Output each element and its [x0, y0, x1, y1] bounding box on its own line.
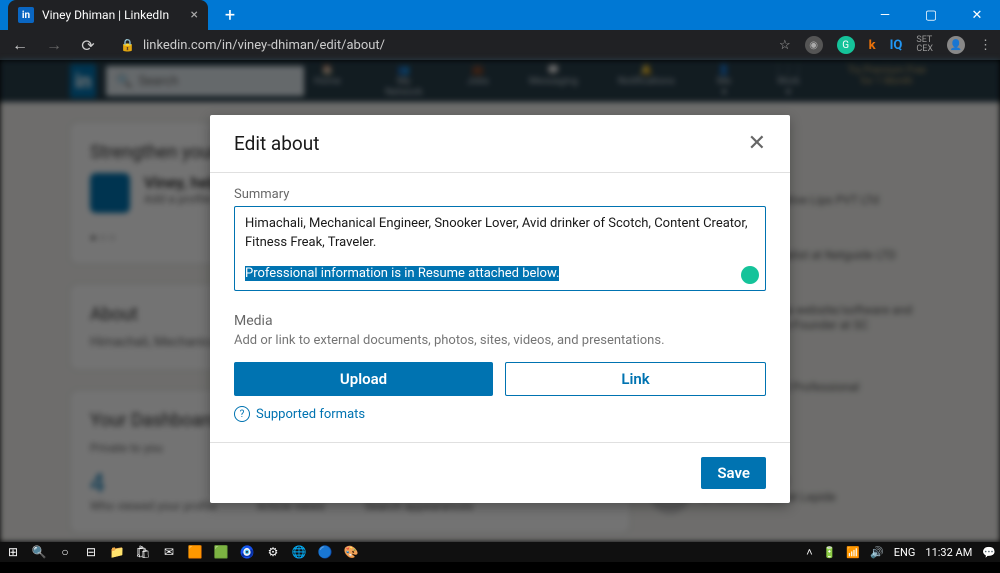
close-window-button[interactable]: ✕	[954, 0, 1000, 30]
upload-button[interactable]: Upload	[234, 362, 493, 396]
tray-up-icon[interactable]: ˄	[806, 546, 812, 559]
camera-icon[interactable]: ◉	[805, 36, 823, 54]
maximize-button[interactable]: ▢	[908, 0, 954, 30]
chrome-icon[interactable]: 🔵	[316, 543, 334, 561]
wifi-icon[interactable]: 📶	[846, 546, 860, 559]
window-controls: — ▢ ✕	[862, 0, 1000, 30]
lock-icon: 🔒	[120, 38, 135, 52]
media-buttons: Upload Link	[234, 362, 766, 396]
url-text: linkedin.com/in/viney-dhiman/edit/about/	[143, 38, 385, 53]
language-indicator[interactable]: ENG	[894, 546, 916, 559]
close-tab-icon[interactable]: ×	[191, 7, 198, 23]
question-icon: ?	[234, 406, 250, 422]
search-icon[interactable]: 🔍	[30, 543, 48, 561]
app-icon[interactable]: 🟧	[186, 543, 204, 561]
link-button[interactable]: Link	[505, 362, 766, 396]
volume-icon[interactable]: 🔊	[870, 546, 884, 559]
media-label: Media	[234, 313, 766, 329]
windows-taskbar: ⊞ 🔍 ○ ⊟ 📁 🛍 ✉ 🟧 🟩 🧿 ⚙ 🌐 🔵 🎨 ˄ 🔋 📶 🔊 ENG …	[0, 542, 1000, 562]
settings-icon[interactable]: ⚙	[264, 543, 282, 561]
modal-footer: Save	[210, 442, 790, 503]
browser-toolbar: ← → ⟳ 🔒 linkedin.com/in/viney-dhiman/edi…	[0, 30, 1000, 60]
close-icon[interactable]: ✕	[748, 131, 766, 156]
tab-title: Viney Dhiman | LinkedIn	[42, 8, 169, 22]
save-button[interactable]: Save	[701, 457, 766, 489]
cortana-icon[interactable]: ○	[56, 543, 74, 561]
modal-title: Edit about	[234, 132, 319, 155]
summary-textarea[interactable]: Himachali, Mechanical Engineer, Snooker …	[234, 206, 766, 291]
ext-k-icon[interactable]: k	[869, 38, 876, 53]
notifications-icon[interactable]: 💬	[982, 546, 996, 559]
app-icon[interactable]: 🟩	[212, 543, 230, 561]
paint-icon[interactable]: 🎨	[342, 543, 360, 561]
ext-setcex-icon[interactable]: SETCEX	[916, 36, 933, 54]
app-icon[interactable]: 🧿	[238, 543, 256, 561]
battery-icon[interactable]: 🔋	[823, 546, 837, 559]
explorer-icon[interactable]: 📁	[108, 543, 126, 561]
forward-button[interactable]: →	[42, 35, 66, 55]
modal-header: Edit about ✕	[210, 115, 790, 173]
mail-icon[interactable]: ✉	[160, 543, 178, 561]
summary-text-selected: Professional information is in Resume at…	[245, 266, 559, 281]
edge-icon[interactable]: 🌐	[290, 543, 308, 561]
clock[interactable]: 11:32 AM	[925, 546, 972, 559]
modal-body: Summary Himachali, Mechanical Engineer, …	[210, 173, 790, 442]
browser-titlebar: in Viney Dhiman | LinkedIn × + — ▢ ✕	[0, 0, 1000, 30]
new-tab-button[interactable]: +	[216, 1, 244, 29]
back-button[interactable]: ←	[8, 35, 32, 55]
star-icon[interactable]: ☆	[779, 38, 791, 53]
media-description: Add or link to external documents, photo…	[234, 333, 766, 348]
summary-text-line1: Himachali, Mechanical Engineer, Snooker …	[245, 215, 755, 253]
grammarly-icon[interactable]	[741, 266, 759, 284]
minimize-button[interactable]: —	[862, 0, 908, 30]
summary-label: Summary	[234, 187, 766, 202]
start-button[interactable]: ⊞	[4, 543, 22, 561]
menu-icon[interactable]: ⋮	[979, 38, 992, 53]
supported-formats-link[interactable]: ? Supported formats	[234, 406, 766, 422]
linkedin-favicon: in	[18, 7, 34, 23]
profile-avatar-icon[interactable]: 👤	[947, 36, 965, 54]
extension-icons: ☆ ◉ G k IQ SETCEX 👤 ⋮	[779, 36, 992, 54]
taskview-icon[interactable]: ⊟	[82, 543, 100, 561]
reload-button[interactable]: ⟳	[76, 36, 100, 55]
store-icon[interactable]: 🛍	[134, 543, 152, 561]
edit-about-modal: Edit about ✕ Summary Himachali, Mechanic…	[210, 115, 790, 503]
ext-iq-icon[interactable]: IQ	[890, 38, 903, 53]
grammarly-icon[interactable]: G	[837, 36, 855, 54]
address-bar[interactable]: 🔒 linkedin.com/in/viney-dhiman/edit/abou…	[110, 38, 769, 53]
browser-tab[interactable]: in Viney Dhiman | LinkedIn ×	[8, 0, 208, 30]
